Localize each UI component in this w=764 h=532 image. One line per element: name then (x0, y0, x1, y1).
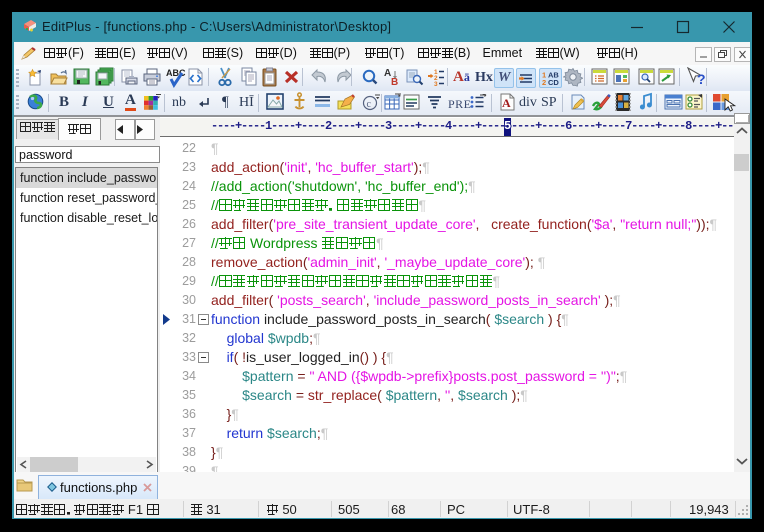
svg-text:B: B (391, 77, 398, 87)
svg-text:CD: CD (548, 78, 559, 87)
svg-text:2: 2 (542, 78, 546, 87)
svg-text:3: 3 (434, 81, 438, 86)
svg-text:?: ? (697, 71, 706, 87)
svg-text:ABC: ABC (166, 68, 186, 78)
svg-text:A: A (502, 96, 511, 110)
svg-text:c: c (367, 99, 372, 110)
